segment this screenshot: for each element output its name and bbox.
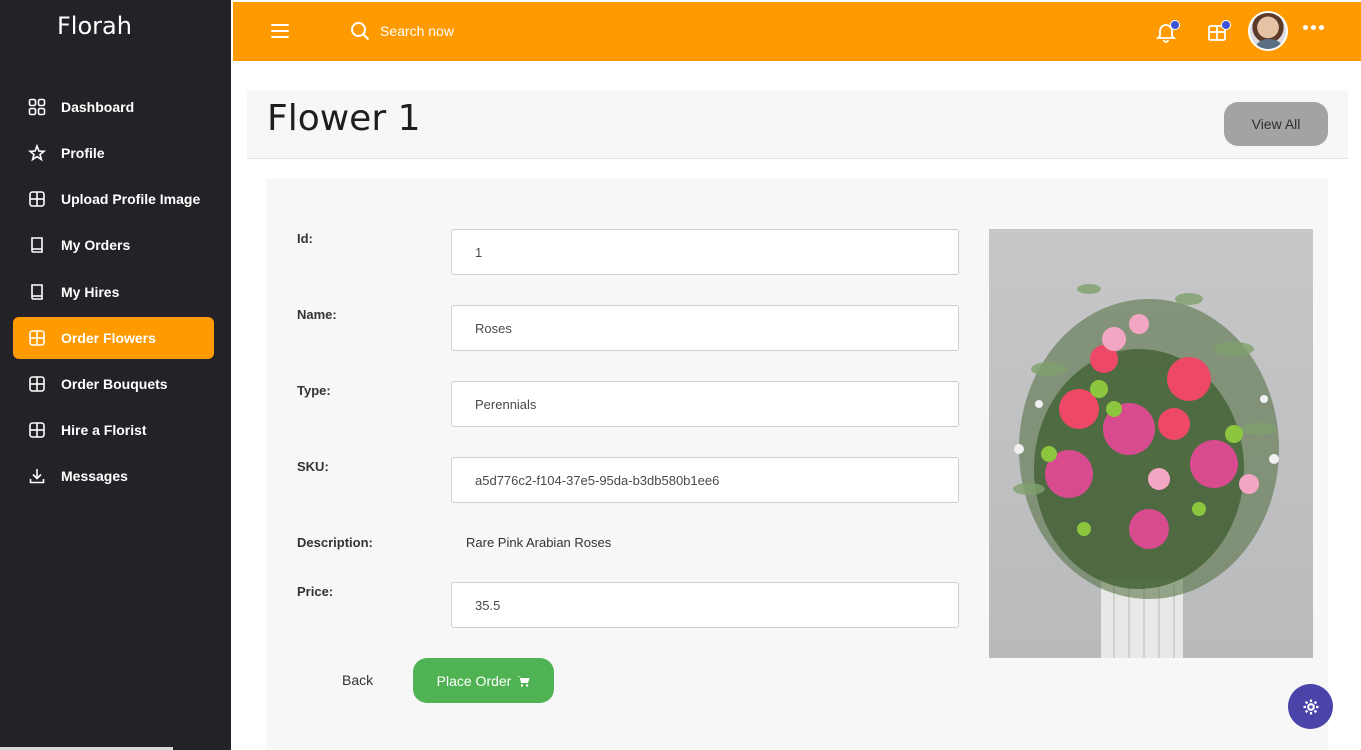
settings-button[interactable] [1288,684,1333,729]
description-value: Rare Pink Arabian Roses [466,535,612,550]
search-input[interactable]: Search now [380,23,454,39]
topbar: Search now [233,2,1361,61]
sidebar-item-label: My Orders [61,237,131,253]
sidebar-item-label: My Hires [61,284,120,300]
brand-logo[interactable]: Florah [57,12,132,40]
sidebar-item-label: Messages [61,468,128,484]
grid-icon [27,374,47,394]
gear-icon [1303,699,1318,714]
user-avatar[interactable] [1248,11,1288,51]
back-link[interactable]: Back [342,672,373,688]
notification-bell-icon[interactable] [1155,20,1180,45]
type-label: Type: [297,383,331,398]
price-label: Price: [297,584,334,599]
sidebar-item-profile[interactable]: Profile [13,132,214,174]
sidebar-item-dashboard[interactable]: Dashboard [13,86,214,128]
sku-label: SKU: [297,459,329,474]
page-header: Flower 1 View All [247,90,1348,159]
name-label: Name: [297,307,337,322]
star-icon [27,143,47,163]
sidebar-item-upload-profile-image[interactable]: Upload Profile Image [13,178,214,220]
sidebar-item-order-flowers[interactable]: Order Flowers [13,317,214,359]
id-field[interactable] [451,229,959,275]
sidebar-item-label: Order Bouquets [61,376,168,392]
type-field[interactable] [451,381,959,427]
book-icon [27,282,47,302]
place-order-label: Place Order [436,672,512,689]
grid-icon [27,328,47,348]
search-bar[interactable]: Search now [349,20,454,42]
id-label: Id: [297,231,313,246]
cart-icon [517,675,530,687]
place-order-button[interactable]: Place Order [413,658,554,703]
book-icon [27,235,47,255]
sidebar-item-order-bouquets[interactable]: Order Bouquets [13,363,214,405]
flower-detail-card: Id: Name: Type: SKU: Description: Rare P… [266,179,1328,750]
apps-icon[interactable] [1206,20,1231,45]
apps-badge [1221,20,1231,30]
flower-image [989,229,1313,658]
sidebar-item-hire-a-florist[interactable]: Hire a Florist [13,409,214,451]
flower-bouquet-illustration [1013,284,1279,658]
grid-icon [27,420,47,440]
sidebar-item-label: Hire a Florist [61,422,147,438]
sidebar: Florah Dashboard Profile Upload Profile … [0,0,231,750]
grid-icon [27,189,47,209]
description-label: Description: [297,535,373,550]
sidebar-item-label: Profile [61,145,105,161]
sidebar-item-label: Dashboard [61,99,135,115]
view-all-button[interactable]: View All [1224,102,1328,146]
notification-badge [1170,20,1180,30]
page-title: Flower 1 [267,98,421,139]
sidebar-item-messages[interactable]: Messages [13,455,214,497]
name-field[interactable] [451,305,959,351]
download-icon [27,466,47,486]
sidebar-item-my-orders[interactable]: My Orders [13,224,214,266]
search-icon [351,22,370,41]
dashboard-icon [27,97,47,117]
menu-toggle-icon[interactable] [271,24,289,40]
sidebar-item-label: Order Flowers [61,330,156,346]
sku-field[interactable] [451,457,959,503]
price-field[interactable] [451,582,959,628]
more-options-icon[interactable] [1303,25,1324,30]
sidebar-item-label: Upload Profile Image [61,191,201,207]
sidebar-item-my-hires[interactable]: My Hires [13,271,214,313]
